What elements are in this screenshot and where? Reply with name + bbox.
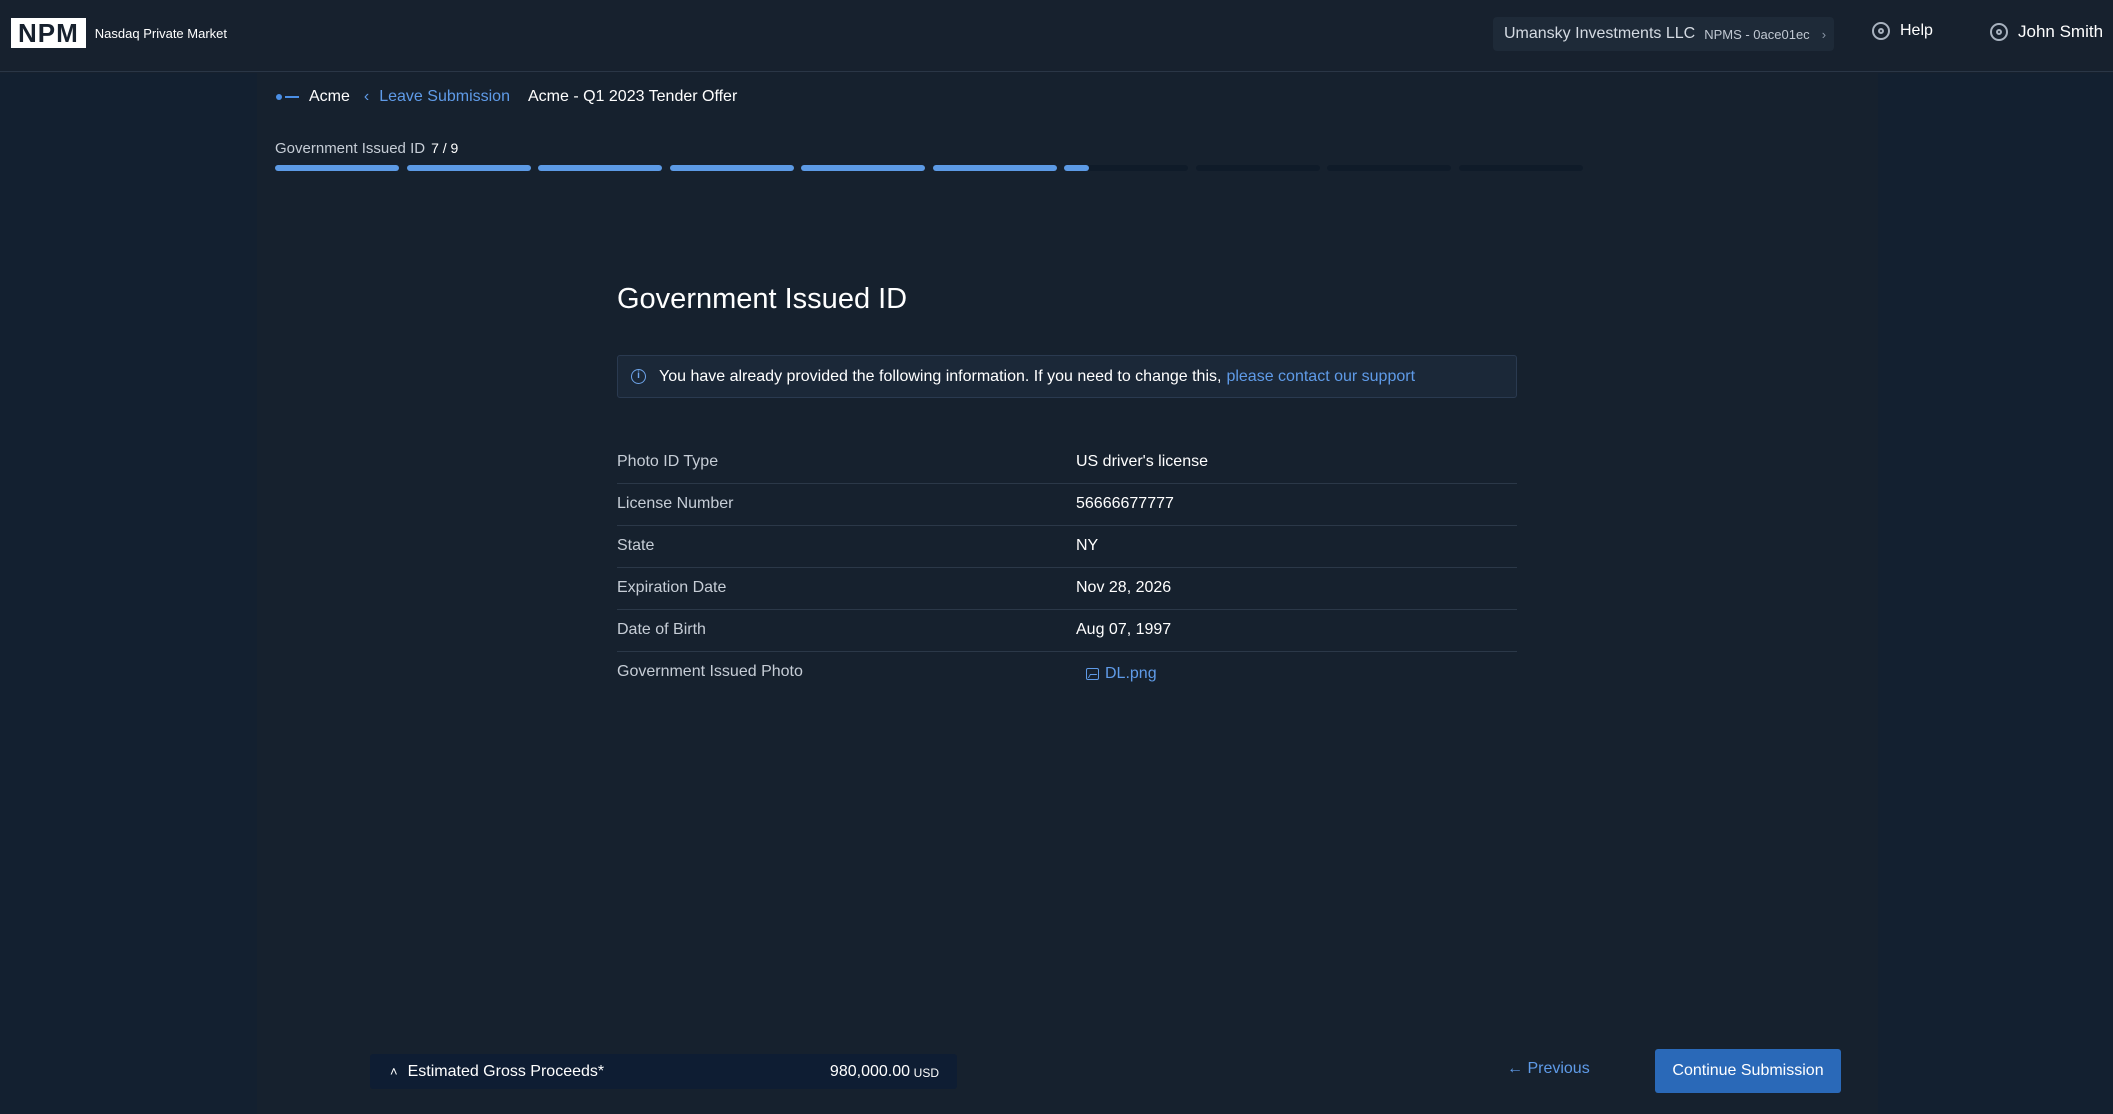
progress-segment-fill (669, 165, 794, 171)
progress-segment (669, 165, 794, 171)
left-gutter (0, 73, 257, 1114)
progress-segment-fill (1064, 165, 1089, 171)
row-label: Expiration Date (617, 579, 727, 596)
progress-segment (932, 165, 1057, 171)
account-switcher[interactable]: Umansky Investments LLC NPMS - 0ace01ec … (1493, 17, 1834, 51)
page-title: Government Issued ID (617, 283, 908, 315)
row-value: US driver's license (1076, 453, 1208, 470)
photo-file-link[interactable]: DL.png (1086, 665, 1157, 683)
progress-segment (1195, 165, 1320, 171)
proceeds-label: Estimated Gross Proceeds* (407, 1062, 605, 1080)
account-code: NPMS - 0ace01ec (1704, 26, 1810, 42)
right-gutter (1878, 73, 2113, 1114)
progress-segment (406, 165, 531, 171)
table-row: Government Issued Photo DL.png (617, 652, 1517, 694)
progress-segment-fill (538, 165, 662, 171)
continue-submission-button[interactable]: Continue Submission (1655, 1049, 1841, 1093)
progress-segment-fill (406, 165, 531, 171)
table-row: Expiration Date Nov 28, 2026 (617, 568, 1517, 610)
user-icon (1990, 23, 2008, 41)
progress-segment (801, 165, 925, 171)
row-label: Date of Birth (617, 621, 706, 638)
info-banner: i You have already provided the followin… (617, 355, 1517, 398)
row-label: License Number (617, 495, 734, 512)
offer-title: Acme - Q1 2023 Tender Offer (527, 88, 738, 105)
row-label: Photo ID Type (617, 453, 719, 470)
info-icon: i (631, 369, 646, 384)
step-name: Government Issued ID (275, 140, 426, 157)
row-value: 56666677777 (1076, 495, 1174, 512)
user-name: John Smith (2018, 22, 2104, 41)
progress-segment-fill (275, 165, 399, 171)
progress-segment-fill (801, 165, 925, 171)
breadcrumb: Acme ‹ Leave Submission Acme - Q1 2023 T… (276, 88, 737, 106)
company-dot-icon (276, 94, 282, 100)
image-icon (1086, 668, 1099, 680)
leave-submission-link[interactable]: Leave Submission (379, 88, 510, 106)
row-label: Government Issued Photo (617, 663, 803, 680)
previous-button[interactable]: ← Previous (1507, 1060, 1590, 1078)
brand-name: Nasdaq Private Market (94, 25, 228, 41)
table-row: State NY (617, 526, 1517, 568)
chevron-up-icon: ˄ (390, 1064, 398, 1079)
proceeds-toggle[interactable]: ˄ Estimated Gross Proceeds* 980,000.00 U… (370, 1054, 957, 1089)
progress-segment (275, 165, 399, 171)
contact-support-link[interactable]: please contact our support (1226, 368, 1415, 386)
step-count: 7 / 9 (431, 140, 459, 156)
row-value: Nov 28, 2026 (1076, 579, 1172, 596)
proceeds-value: 980,000.00 (829, 1063, 910, 1080)
details-table: Photo ID Type US driver's license Licens… (617, 442, 1517, 694)
breadcrumb-company: Acme (309, 88, 350, 105)
top-bar: NPM Nasdaq Private Market Umansky Invest… (0, 0, 2113, 72)
progress-bar (275, 165, 1859, 171)
progress-segment (1458, 165, 1583, 171)
row-label: State (617, 537, 655, 554)
table-row: License Number 56666677777 (617, 484, 1517, 526)
progress-segment (538, 165, 662, 171)
info-text: You have already provided the following … (659, 367, 1222, 385)
step-label: Government Issued ID 7 / 9 (275, 140, 458, 157)
row-value: Aug 07, 1997 (1076, 621, 1172, 638)
proceeds-unit: USD (913, 1066, 939, 1080)
account-name: Umansky Investments LLC (1504, 25, 1696, 42)
npm-logo: NPM (11, 18, 86, 48)
table-row: Photo ID Type US driver's license (617, 442, 1517, 484)
lifebuoy-icon (1872, 22, 1890, 40)
help-button[interactable]: Help (1872, 22, 1933, 40)
help-label: Help (1900, 22, 1933, 39)
user-menu[interactable]: John Smith (1990, 22, 2103, 42)
progress-segment-fill (932, 165, 1057, 171)
company-line-icon (285, 96, 299, 98)
table-row: Date of Birth Aug 07, 1997 (617, 610, 1517, 652)
chevron-right-icon: › (1821, 26, 1827, 42)
progress-segment (1327, 165, 1451, 171)
logo[interactable]: NPM Nasdaq Private Market (11, 18, 227, 48)
progress-segment (1064, 165, 1188, 171)
photo-file-name: DL.png (1105, 665, 1157, 682)
chevron-left-icon[interactable]: ‹ (364, 88, 369, 106)
row-value: NY (1076, 537, 1099, 554)
